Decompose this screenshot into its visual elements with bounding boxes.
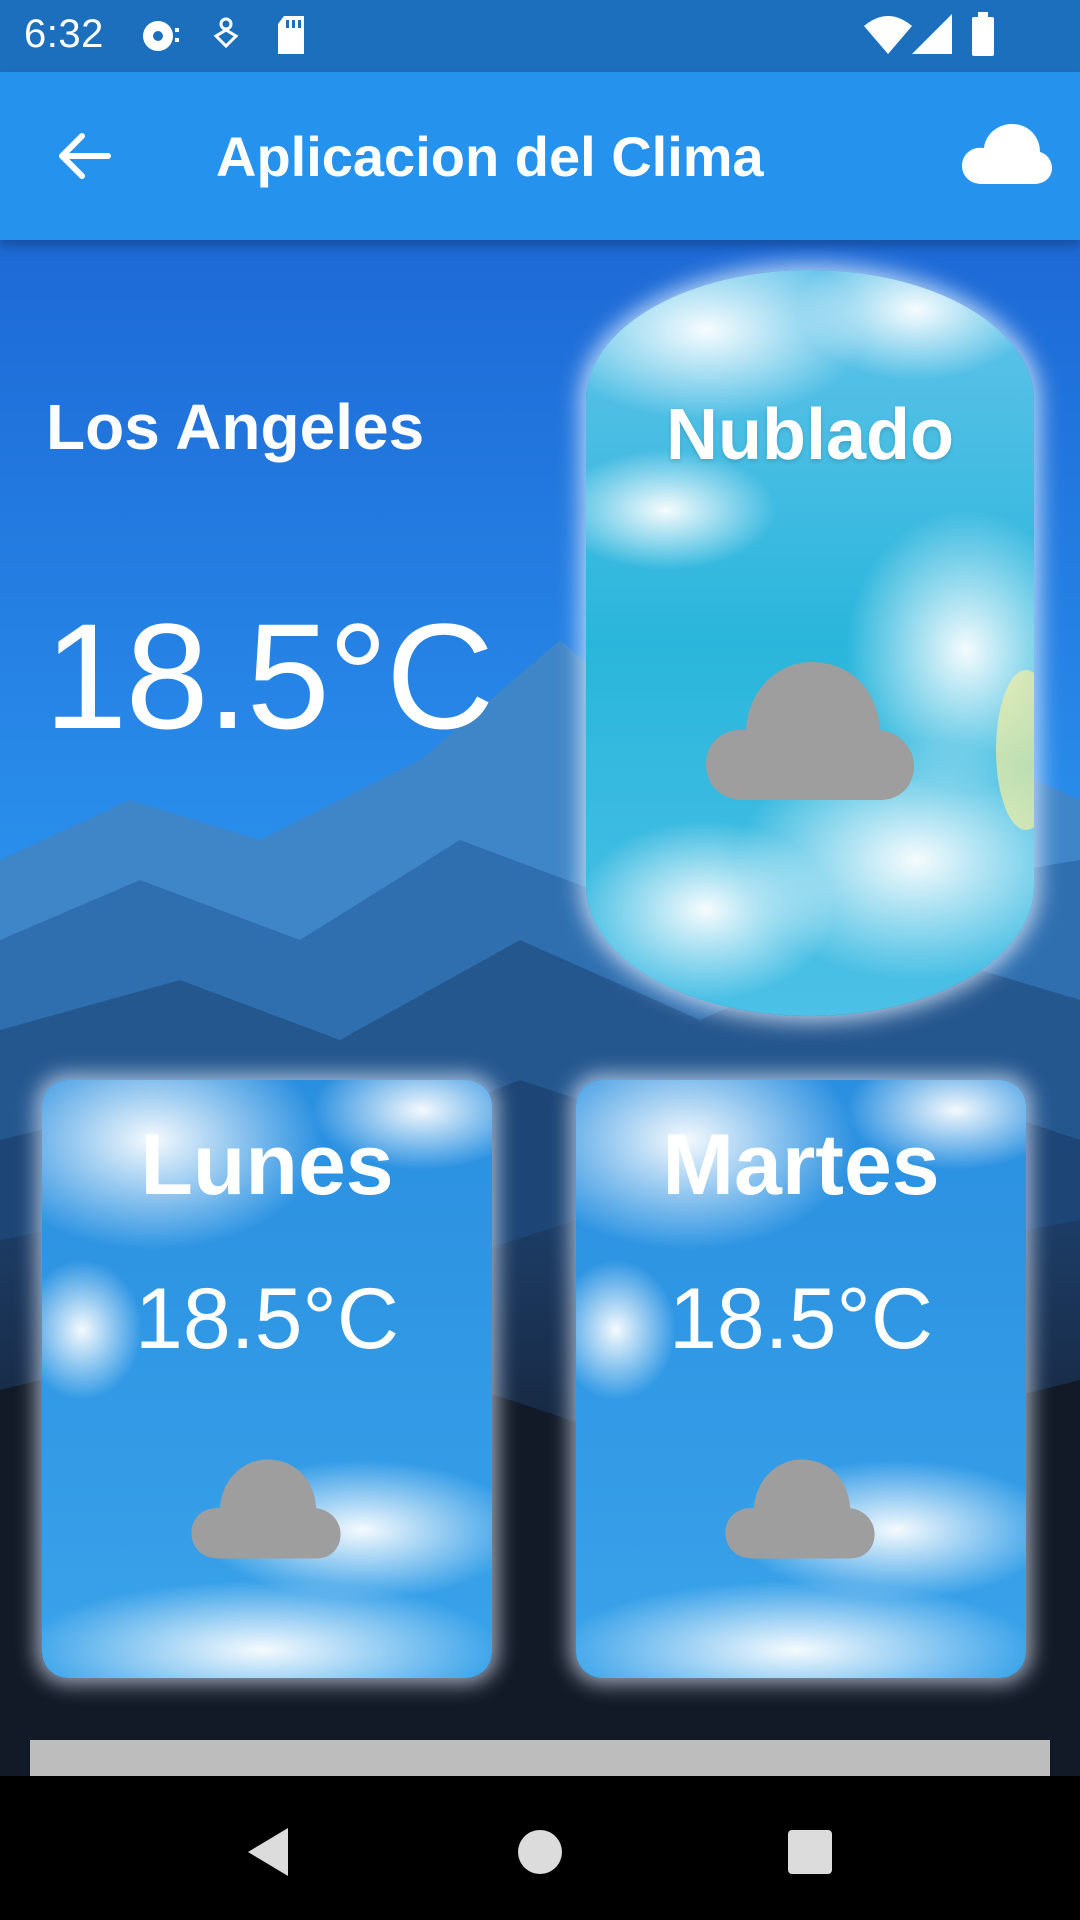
navigation-bar bbox=[0, 1776, 1080, 1920]
cloud-icon[interactable] bbox=[960, 122, 1052, 186]
app-title: Aplicacion del Clima bbox=[216, 125, 764, 188]
condition-card: Nublado bbox=[586, 270, 1034, 1016]
media-icon bbox=[143, 21, 179, 51]
cloud-icon bbox=[706, 662, 914, 800]
battery-icon bbox=[972, 12, 994, 56]
bottom-strip bbox=[30, 1740, 1050, 1776]
recents-square-icon bbox=[788, 1830, 832, 1874]
sky-background-image bbox=[586, 270, 1034, 1016]
nav-home-button[interactable] bbox=[500, 1812, 580, 1892]
status-bar: 6:32 bbox=[0, 0, 1080, 72]
forecast-temperature: 18.5°C bbox=[669, 1271, 933, 1367]
cloud-icon bbox=[191, 1459, 341, 1559]
weather-app-screen: 6:32 Aplicacion del Clima Los Angeles 18… bbox=[0, 0, 1080, 1920]
cloud-icon bbox=[725, 1459, 875, 1559]
status-time: 6:32 bbox=[24, 12, 104, 56]
sd-card-icon bbox=[278, 16, 304, 54]
arrow-left-icon bbox=[59, 133, 111, 179]
back-button[interactable] bbox=[44, 116, 124, 196]
condition-label: Nublado bbox=[666, 395, 954, 475]
back-triangle-icon bbox=[248, 1828, 288, 1876]
forecast-card-martes: Martes 18.5°C bbox=[576, 1080, 1026, 1678]
home-circle-icon bbox=[518, 1830, 562, 1874]
forecast-card-lunes: Lunes 18.5°C bbox=[42, 1080, 492, 1678]
city-name: Los Angeles bbox=[46, 391, 425, 463]
nav-back-button[interactable] bbox=[228, 1812, 308, 1892]
app-bar: Aplicacion del Clima bbox=[0, 72, 1080, 240]
current-temperature: 18.5°C bbox=[44, 592, 494, 760]
wifi-icon bbox=[864, 16, 912, 54]
forecast-temperature: 18.5°C bbox=[135, 1271, 399, 1367]
signal-icon bbox=[912, 14, 952, 54]
forecast-day: Lunes bbox=[140, 1117, 394, 1213]
nav-recents-button[interactable] bbox=[770, 1812, 850, 1892]
location-icon bbox=[213, 17, 239, 49]
forecast-day: Martes bbox=[662, 1117, 940, 1213]
